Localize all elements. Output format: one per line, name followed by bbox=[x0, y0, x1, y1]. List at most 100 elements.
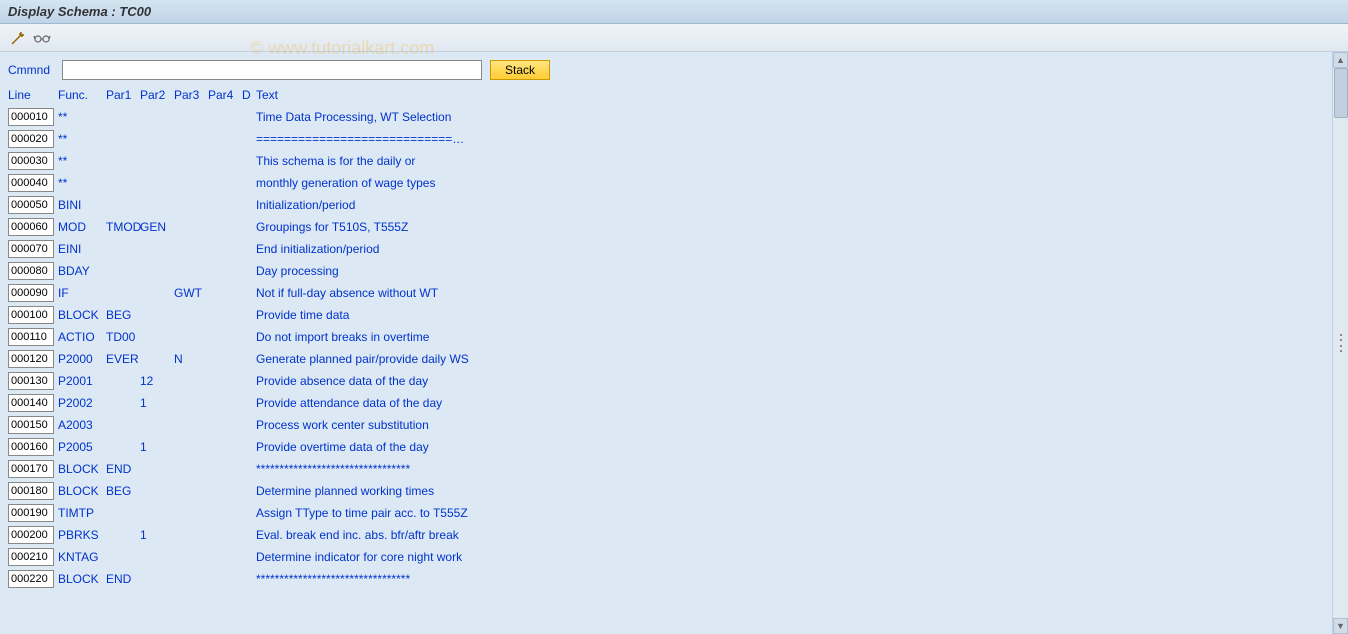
cell-text: Process work center substitution bbox=[256, 418, 1340, 432]
table-row: BLOCKBEGDetermine planned working times bbox=[8, 480, 1340, 502]
line-input[interactable] bbox=[8, 218, 54, 236]
cell-par1: BEG bbox=[106, 484, 140, 498]
cell-text: ********************************* bbox=[256, 572, 1340, 586]
scroll-up-icon[interactable]: ▲ bbox=[1333, 52, 1348, 68]
cell-func: ** bbox=[58, 110, 106, 124]
cell-text: Provide absence data of the day bbox=[256, 374, 1340, 388]
cell-text: Provide overtime data of the day bbox=[256, 440, 1340, 454]
table-row: BINIInitialization/period bbox=[8, 194, 1340, 216]
cell-par1: EVER bbox=[106, 352, 140, 366]
line-input[interactable] bbox=[8, 328, 54, 346]
line-input[interactable] bbox=[8, 372, 54, 390]
line-input[interactable] bbox=[8, 306, 54, 324]
line-input[interactable] bbox=[8, 262, 54, 280]
title-bar: Display Schema : TC00 bbox=[0, 0, 1348, 24]
header-func: Func. bbox=[58, 88, 106, 102]
stack-button[interactable]: Stack bbox=[490, 60, 550, 80]
cell-text: This schema is for the daily or bbox=[256, 154, 1340, 168]
cell-par3: N bbox=[174, 352, 208, 366]
cell-text: Determine indicator for core night work bbox=[256, 550, 1340, 564]
wand-icon[interactable] bbox=[8, 28, 28, 48]
table-row: BDAY Day processing bbox=[8, 260, 1340, 282]
cell-func: P2002 bbox=[58, 396, 106, 410]
line-input[interactable] bbox=[8, 504, 54, 522]
table-row: P2005 1 Provide overtime data of the day bbox=[8, 436, 1340, 458]
line-input[interactable] bbox=[8, 196, 54, 214]
cell-func: ** bbox=[58, 132, 106, 146]
cell-text: End initialization/period bbox=[256, 242, 1340, 256]
header-text: Text bbox=[256, 88, 1340, 102]
header-par2: Par2 bbox=[140, 88, 174, 102]
line-input[interactable] bbox=[8, 394, 54, 412]
scroll-grip-icon bbox=[1336, 331, 1346, 355]
cell-func: ACTIO bbox=[58, 330, 106, 344]
cell-par2: 1 bbox=[140, 440, 174, 454]
cell-par3: GWT bbox=[174, 286, 208, 300]
cell-func: BINI bbox=[58, 198, 106, 212]
line-input[interactable] bbox=[8, 152, 54, 170]
cell-func: EINI bbox=[58, 242, 106, 256]
cell-func: IF bbox=[58, 286, 106, 300]
cell-func: P2001 bbox=[58, 374, 106, 388]
cell-text: ============================… bbox=[256, 132, 1340, 146]
line-input[interactable] bbox=[8, 438, 54, 456]
table-row: BLOCKEND********************************… bbox=[8, 458, 1340, 480]
table-header: Line Func. Par1 Par2 Par3 Par4 D Text bbox=[8, 86, 1340, 104]
glasses-icon[interactable] bbox=[32, 28, 52, 48]
cell-func: BLOCK bbox=[58, 462, 106, 476]
cell-text: Time Data Processing, WT Selection bbox=[256, 110, 1340, 124]
scroll-down-icon[interactable]: ▼ bbox=[1333, 618, 1348, 634]
table-row: **monthly generation of wage types bbox=[8, 172, 1340, 194]
table-row: A2003Process work center substitution bbox=[8, 414, 1340, 436]
vertical-scrollbar[interactable]: ▲ ▼ bbox=[1332, 52, 1348, 634]
cell-func: TIMTP bbox=[58, 506, 106, 520]
cell-par1: TMOD bbox=[106, 220, 140, 234]
cell-func: P2000 bbox=[58, 352, 106, 366]
line-input[interactable] bbox=[8, 240, 54, 258]
cell-text: Provide attendance data of the day bbox=[256, 396, 1340, 410]
line-input[interactable] bbox=[8, 482, 54, 500]
cell-par1: TD00 bbox=[106, 330, 140, 344]
header-line: Line bbox=[8, 88, 58, 102]
table-row: EINI End initialization/period bbox=[8, 238, 1340, 260]
table-row: KNTAG Determine indicator for core night … bbox=[8, 546, 1340, 568]
cell-func: KNTAG bbox=[58, 550, 106, 564]
command-label: Cmmnd bbox=[8, 63, 58, 77]
line-input[interactable] bbox=[8, 526, 54, 544]
line-input[interactable] bbox=[8, 108, 54, 126]
table-row: BLOCKBEGProvide time data bbox=[8, 304, 1340, 326]
table-row: ** This schema is for the daily or bbox=[8, 150, 1340, 172]
cell-text: Day processing bbox=[256, 264, 1340, 278]
line-input[interactable] bbox=[8, 548, 54, 566]
cell-func: BLOCK bbox=[58, 308, 106, 322]
cell-par2: 12 bbox=[140, 374, 174, 388]
line-input[interactable] bbox=[8, 416, 54, 434]
table-row: P2000EVER N Generate planned pair/provide … bbox=[8, 348, 1340, 370]
table-row: ** ============================… bbox=[8, 128, 1340, 150]
cell-text: Provide time data bbox=[256, 308, 1340, 322]
cell-func: ** bbox=[58, 154, 106, 168]
header-par1: Par1 bbox=[106, 88, 140, 102]
cell-func: BDAY bbox=[58, 264, 106, 278]
line-input[interactable] bbox=[8, 284, 54, 302]
scroll-thumb[interactable] bbox=[1334, 68, 1348, 118]
line-input[interactable] bbox=[8, 350, 54, 368]
cell-text: ********************************* bbox=[256, 462, 1340, 476]
table-row: PBRKS1Eval. break end inc. abs. bfr/aftr… bbox=[8, 524, 1340, 546]
table-row: TIMTPAssign TType to time pair acc. to T… bbox=[8, 502, 1340, 524]
cell-text: Determine planned working times bbox=[256, 484, 1340, 498]
rows-container: ** Time Data Processing, WT Selection ** ==… bbox=[8, 106, 1340, 590]
line-input[interactable] bbox=[8, 174, 54, 192]
cell-func: PBRKS bbox=[58, 528, 106, 542]
line-input[interactable] bbox=[8, 130, 54, 148]
cell-func: P2005 bbox=[58, 440, 106, 454]
line-input[interactable] bbox=[8, 570, 54, 588]
command-row: Cmmnd Stack bbox=[8, 60, 1340, 80]
content-area: Cmmnd Stack Line Func. Par1 Par2 Par3 Pa… bbox=[0, 52, 1348, 634]
cell-par1: END bbox=[106, 572, 140, 586]
line-input[interactable] bbox=[8, 460, 54, 478]
table-row: ** Time Data Processing, WT Selection bbox=[8, 106, 1340, 128]
cell-text: Generate planned pair/provide daily WS bbox=[256, 352, 1340, 366]
cell-func: ** bbox=[58, 176, 106, 190]
command-input[interactable] bbox=[62, 60, 482, 80]
